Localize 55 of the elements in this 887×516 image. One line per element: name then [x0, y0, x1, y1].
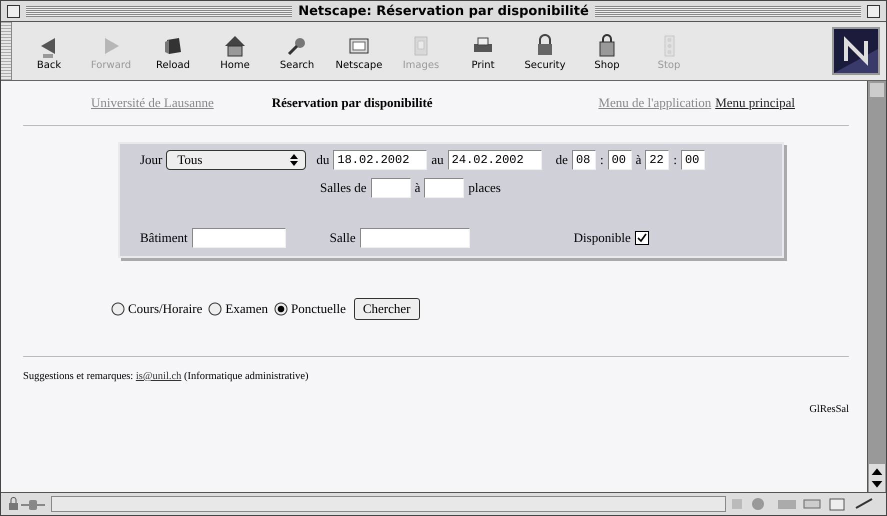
vertical-scrollbar[interactable]: [867, 81, 886, 492]
submit-button[interactable]: Chercher: [354, 298, 420, 320]
toolbar-button[interactable]: Security: [516, 32, 574, 70]
to-date-label: au: [431, 152, 444, 168]
mode-label: Examen: [225, 301, 268, 317]
page-title: Réservation par disponibilité: [272, 95, 434, 111]
radio-button[interactable]: [111, 302, 125, 316]
min-places-field[interactable]: [370, 178, 411, 198]
room-field[interactable]: [360, 228, 470, 248]
window-title: Netscape: Réservation par disponibilité: [298, 4, 589, 18]
from-date-field[interactable]: 18.02.2002: [333, 150, 428, 170]
scroll-up-icon[interactable]: [869, 464, 885, 478]
minute-field[interactable]: 00: [680, 150, 705, 170]
max-places-field[interactable]: [424, 178, 464, 198]
zoom-box[interactable]: [867, 4, 880, 18]
mode-label: Ponctuelle: [290, 301, 346, 317]
minute-field[interactable]: 00: [608, 150, 632, 170]
mode-label: Cours/Horaire: [128, 301, 202, 317]
close-box[interactable]: [7, 4, 20, 18]
from-date-label: du: [316, 152, 330, 168]
scroll-down-icon[interactable]: [869, 478, 885, 492]
available-label: Disponible: [574, 230, 631, 246]
time-separator: :: [600, 152, 604, 168]
available-checkbox[interactable]: [634, 231, 649, 245]
email-link[interactable]: is@unil.ch: [136, 371, 182, 382]
radio-button[interactable]: [208, 302, 222, 316]
toolbar-button[interactable]: Home: [206, 32, 264, 70]
lock-and-plug-icon: [7, 496, 47, 512]
time-separator: :: [673, 152, 677, 168]
logo-icon: [832, 27, 880, 75]
up-down-arrows-icon: [289, 153, 300, 167]
building-field[interactable]: [192, 228, 286, 248]
day-label: Jour: [140, 152, 162, 168]
toolbar-button[interactable]: Netscape: [330, 32, 388, 70]
rooms-from-label: Salles de: [320, 180, 367, 196]
hour-field[interactable]: 08: [572, 150, 596, 170]
feedback-text: Suggestions et remarques: is@unil.ch (Informatique administrative): [23, 371, 310, 382]
hour-field[interactable]: 22: [645, 150, 670, 170]
toolbar-button[interactable]: Print: [454, 32, 512, 70]
radio-button[interactable]: [274, 302, 288, 316]
from-time-label: de: [556, 152, 568, 168]
toolbar-button[interactable]: Reload: [144, 32, 202, 70]
room-label: Salle: [330, 230, 356, 246]
to-time-label: à: [636, 152, 642, 168]
toolbar-button[interactable]: Search: [268, 32, 326, 70]
places-label: places: [468, 180, 501, 196]
to-date-field[interactable]: 24.02.2002: [448, 150, 542, 170]
rooms-to-label: à: [414, 180, 420, 196]
toolbar-grip[interactable]: [1, 22, 12, 80]
toolbar-button[interactable]: Back: [20, 32, 78, 70]
building-label: Bâtiment: [140, 230, 188, 246]
page-code: GlResSal: [809, 404, 849, 415]
day-select[interactable]: Tous: [166, 150, 306, 170]
menu-link[interactable]: Menu principal: [715, 95, 795, 111]
toolbar-button[interactable]: Shop: [578, 32, 636, 70]
